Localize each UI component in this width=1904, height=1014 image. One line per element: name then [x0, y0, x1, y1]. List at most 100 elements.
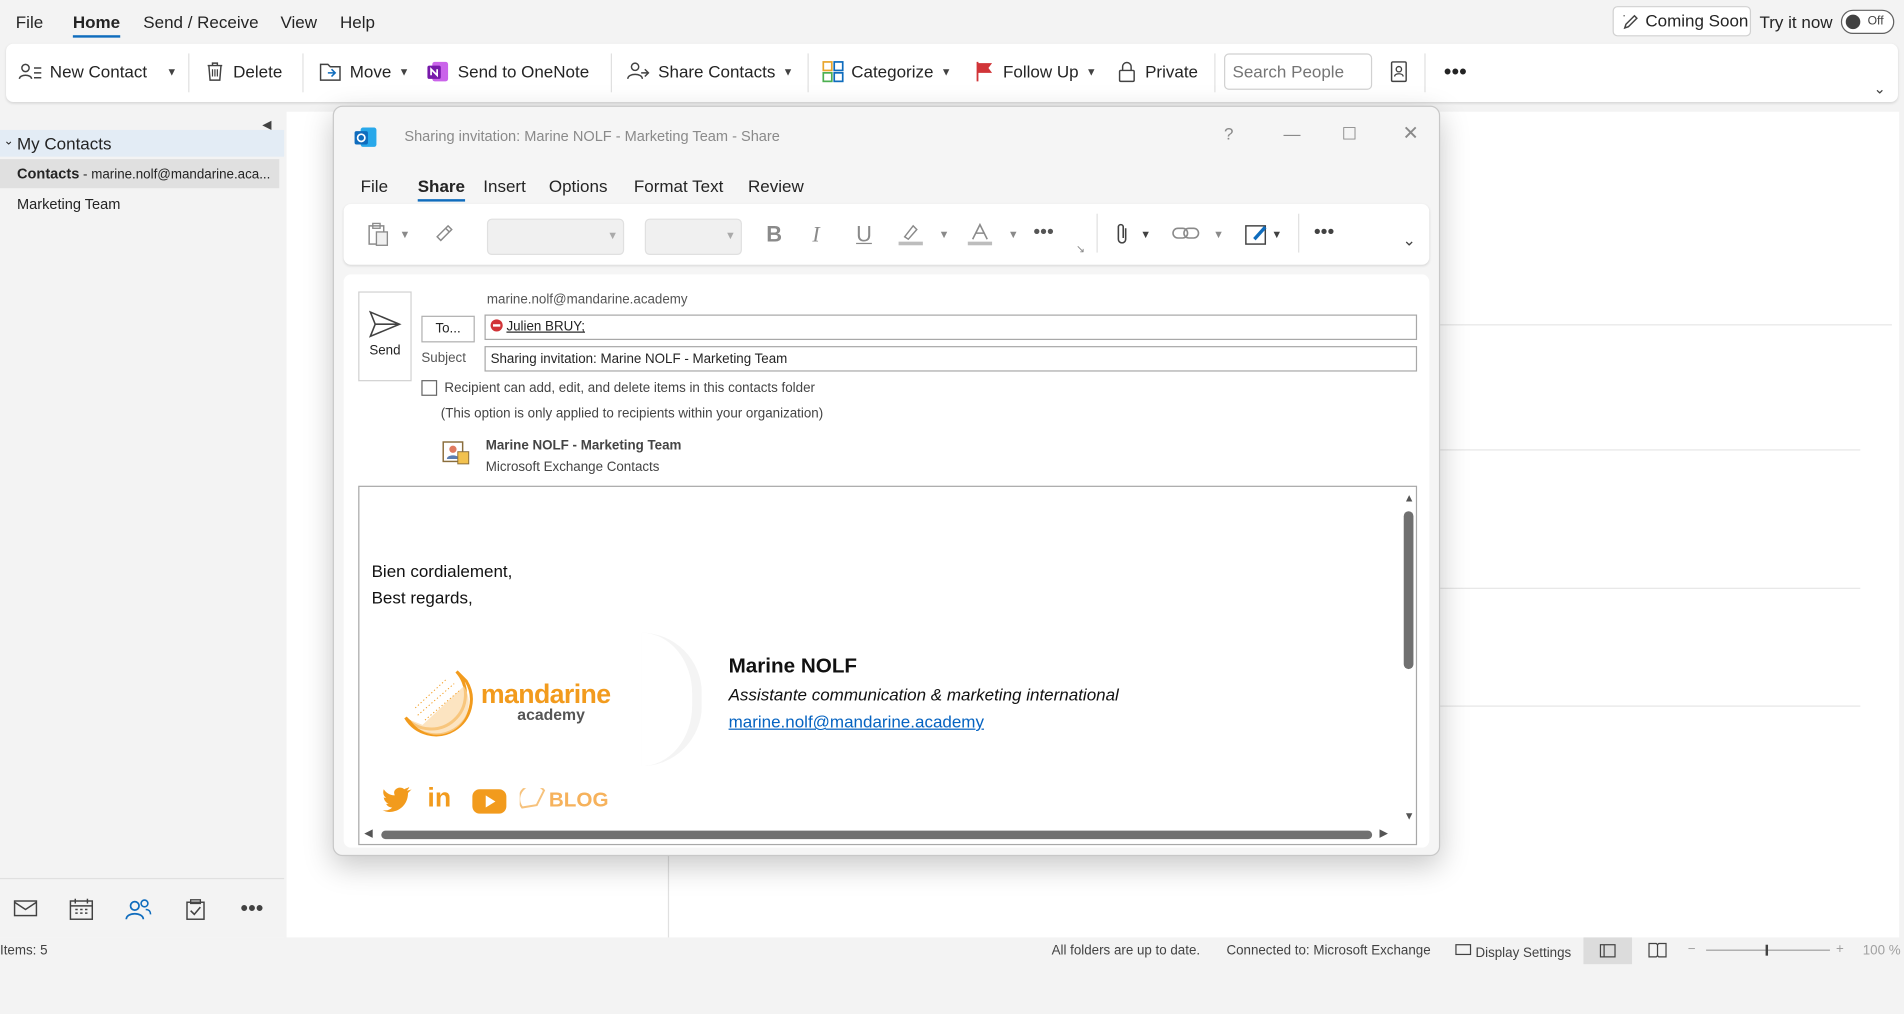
message-body[interactable]: Bien cordialement, Best regards, mandari…	[358, 485, 1418, 846]
attach-icon[interactable]	[1114, 222, 1131, 252]
people-icon[interactable]	[125, 899, 152, 927]
more-font-options-icon[interactable]: •••	[1033, 222, 1053, 244]
address-book-button[interactable]	[1388, 58, 1410, 85]
share-contacts-button[interactable]: Share Contacts ▼	[627, 58, 793, 85]
subject-field[interactable]: Sharing invitation: Marine NOLF - Market…	[484, 346, 1418, 372]
share-contacts-icon	[627, 62, 650, 80]
link-icon[interactable]	[1172, 222, 1201, 250]
zoom-out-icon[interactable]: −	[1688, 942, 1696, 957]
outlook-icon	[354, 127, 377, 147]
scroll-left-icon[interactable]: ◀	[364, 827, 372, 840]
highlight-dropdown-icon[interactable]: ▼	[939, 228, 950, 240]
font-color-icon[interactable]	[967, 222, 994, 252]
more-modules-icon[interactable]: •••	[240, 896, 263, 922]
tab-share[interactable]: Share	[417, 176, 465, 202]
italic-icon[interactable]: I	[812, 222, 819, 248]
allow-edit-checkbox[interactable]	[421, 380, 438, 396]
search-people-input[interactable]	[1224, 53, 1373, 90]
font-color-dropdown-icon[interactable]: ▼	[1008, 228, 1019, 240]
move-folder-icon	[319, 63, 341, 81]
folder-item-contacts[interactable]: Contacts - marine.nolf@mandarine.aca...	[0, 159, 280, 189]
move-dropdown-icon: ▼	[398, 65, 410, 78]
highlight-icon[interactable]	[897, 222, 924, 252]
signature-title: Assistante communication & marketing int…	[728, 684, 1119, 705]
to-field[interactable]: Julien BRUY;	[484, 314, 1418, 341]
coming-soon-button[interactable]: Coming Soon	[1612, 6, 1752, 37]
folder-item-marketing-team[interactable]: Marketing Team	[17, 196, 120, 213]
font-name-select[interactable]: ▼	[486, 218, 625, 256]
recipient-name[interactable]: Julien BRUY;	[506, 319, 585, 334]
menu-send-receive[interactable]: Send / Receive	[143, 12, 258, 31]
font-size-select[interactable]: ▼	[644, 218, 742, 256]
tab-insert[interactable]: Insert	[483, 176, 526, 195]
content-divider	[1440, 587, 1861, 589]
delete-button[interactable]: Delete	[204, 58, 282, 85]
paste-dropdown-icon[interactable]: ▼	[400, 228, 411, 240]
horizontal-scroll-thumb[interactable]	[381, 830, 1373, 840]
tab-options[interactable]: Options	[549, 176, 608, 195]
underline-icon[interactable]: U	[856, 222, 872, 248]
tab-format-text[interactable]: Format Text	[634, 176, 723, 195]
maximize-icon[interactable]: ☐	[1342, 124, 1357, 145]
font-dialog-launcher-icon[interactable]: ↘	[1076, 243, 1085, 256]
my-contacts-label: My Contacts	[17, 133, 112, 154]
normal-view-button[interactable]	[1583, 937, 1633, 965]
send-button[interactable]: Send	[358, 291, 412, 382]
move-button[interactable]: Move ▼	[318, 58, 409, 85]
my-contacts-group[interactable]: ⌄ My Contacts	[0, 129, 285, 157]
move-label: Move	[349, 61, 392, 82]
youtube-icon[interactable]	[471, 788, 507, 815]
menu-file[interactable]: File	[16, 12, 43, 31]
new-outlook-toggle[interactable]: Off	[1840, 9, 1895, 35]
shared-folder-name: Marine NOLF - Marketing Team	[485, 438, 682, 453]
send-to-onenote-button[interactable]: Send to OneNote	[426, 58, 589, 85]
horizontal-scrollbar[interactable]: ◀ ▶	[362, 827, 1397, 842]
zoom-slider-thumb[interactable]	[1765, 944, 1769, 956]
mail-icon[interactable]	[13, 899, 38, 925]
new-contact-dropdown-icon[interactable]: ▼	[166, 58, 177, 85]
connection-status: Connected to: Microsoft Exchange	[1226, 943, 1431, 959]
format-painter-icon[interactable]	[434, 222, 456, 250]
attach-dropdown-icon[interactable]: ▼	[1140, 228, 1151, 240]
signature-dropdown-icon[interactable]: ▼	[1271, 228, 1282, 240]
menu-view[interactable]: View	[281, 12, 318, 31]
private-button[interactable]: Private	[1116, 58, 1198, 85]
new-contact-button[interactable]: New Contact	[18, 58, 147, 85]
folder-pane: ◀	[0, 111, 285, 938]
help-icon[interactable]: ?	[1224, 124, 1233, 143]
blog-label: BLOG	[548, 788, 609, 812]
tab-file[interactable]: File	[361, 176, 388, 195]
categorize-button[interactable]: Categorize ▼	[822, 58, 952, 85]
calendar-icon[interactable]	[69, 898, 94, 927]
signature-icon[interactable]	[1245, 222, 1269, 252]
content-divider	[1440, 449, 1861, 451]
expand-ribbon-icon[interactable]: ⌄	[1403, 231, 1416, 250]
collapse-ribbon-icon[interactable]: ⌄	[1874, 75, 1886, 102]
tab-review[interactable]: Review	[748, 176, 804, 195]
coming-soon-label: Coming Soon	[1645, 10, 1749, 31]
minimize-icon[interactable]: —	[1284, 124, 1301, 143]
vertical-scroll-thumb[interactable]	[1403, 511, 1414, 670]
close-icon[interactable]: ✕	[1403, 121, 1419, 145]
reading-view-icon[interactable]	[1648, 942, 1667, 961]
signature-email-link[interactable]: marine.nolf@mandarine.academy	[729, 712, 984, 731]
link-dropdown-icon[interactable]: ▼	[1213, 228, 1224, 240]
menu-help[interactable]: Help	[340, 12, 375, 31]
display-settings-button[interactable]: Display Settings	[1455, 944, 1571, 961]
more-options-icon[interactable]: •••	[1444, 58, 1467, 85]
menu-home[interactable]: Home	[72, 12, 120, 38]
scroll-up-icon[interactable]: ▲	[1404, 492, 1415, 504]
categorize-icon	[822, 61, 844, 83]
vertical-scrollbar[interactable]: ▲ ▼	[1401, 489, 1416, 827]
follow-up-button[interactable]: Follow Up ▼	[974, 58, 1097, 85]
to-button[interactable]: To...	[421, 315, 475, 343]
scroll-right-icon[interactable]: ▶	[1379, 827, 1387, 840]
tasks-icon[interactable]	[185, 899, 207, 927]
more-commands-icon[interactable]: •••	[1314, 222, 1334, 244]
bold-icon[interactable]: B	[766, 222, 782, 248]
zoom-in-icon[interactable]: +	[1836, 942, 1844, 957]
twitter-icon[interactable]	[381, 786, 413, 813]
linkedin-icon[interactable]: in	[427, 782, 451, 814]
paste-icon[interactable]	[366, 222, 390, 252]
scroll-down-icon[interactable]: ▼	[1404, 810, 1415, 822]
